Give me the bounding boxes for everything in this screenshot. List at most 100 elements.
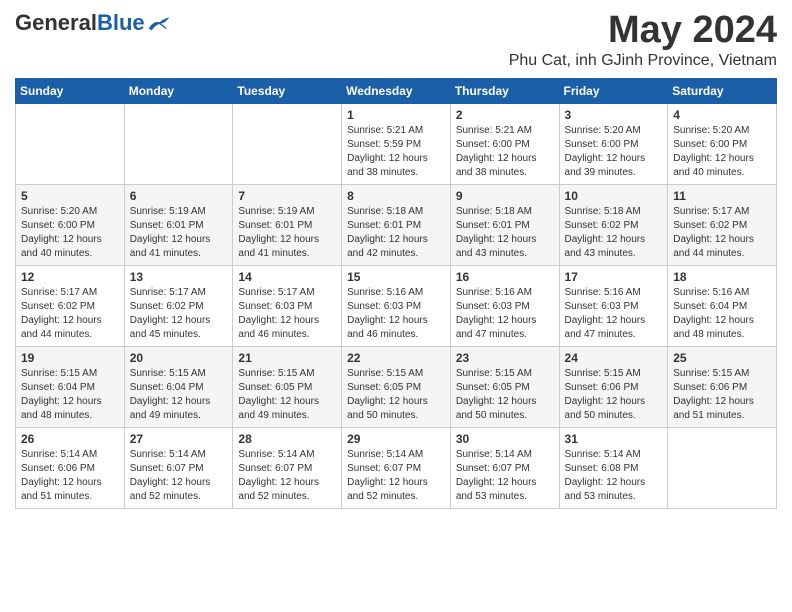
day-info: Sunrise: 5:19 AMSunset: 6:01 PMDaylight:…	[238, 205, 336, 261]
day-number: 16	[456, 270, 554, 284]
day-number: 21	[238, 351, 336, 365]
calendar-cell-23: 23Sunrise: 5:15 AMSunset: 6:05 PMDayligh…	[450, 346, 559, 427]
day-number: 11	[673, 189, 771, 203]
day-number: 2	[456, 108, 554, 122]
day-number: 13	[130, 270, 228, 284]
calendar-header-row: SundayMondayTuesdayWednesdayThursdayFrid…	[16, 78, 777, 103]
calendar-cell-28: 28 Sunrise: 5:14 AMSunset: 6:07 PMDayligh…	[233, 427, 342, 508]
day-info: Sunrise: 5:16 AMSunset: 6:04 PMDaylight:…	[673, 286, 771, 342]
location-text: Phu Cat, inh GJinh Province, Vietnam	[509, 52, 777, 70]
calendar-week-2: 5 Sunrise: 5:20 AMSunset: 6:00 PMDaylight…	[16, 184, 777, 265]
day-number: 3	[565, 108, 663, 122]
calendar-cell-19: 19 Sunrise: 5:15 AMSunset: 6:04 PMDayligh…	[16, 346, 125, 427]
col-header-saturday: Saturday	[668, 78, 777, 103]
calendar-cell-empty	[668, 427, 777, 508]
day-number: 29	[347, 432, 445, 446]
calendar-cell-15: 15Sunrise: 5:16 AMSunset: 6:03 PMDayligh…	[342, 265, 451, 346]
day-info: Sunrise: 5:16 AMSunset: 6:03 PMDaylight:…	[456, 286, 554, 342]
day-info: Sunrise: 5:15 AMSunset: 6:05 PMDaylight:…	[238, 367, 336, 423]
calendar-cell-20: 20Sunrise: 5:15 AMSunset: 6:04 PMDayligh…	[124, 346, 233, 427]
day-info: Sunrise: 5:20 AMSunset: 6:00 PMDaylight:…	[673, 124, 771, 180]
calendar-cell-21: 21 Sunrise: 5:15 AMSunset: 6:05 PMDayligh…	[233, 346, 342, 427]
day-info: Sunrise: 5:15 AMSunset: 6:06 PMDaylight:…	[565, 367, 663, 423]
day-number: 22	[347, 351, 445, 365]
calendar-cell-1: 1 Sunrise: 5:21 AMSunset: 5:59 PMDaylight…	[342, 103, 451, 184]
day-number: 28	[238, 432, 336, 446]
day-number: 6	[130, 189, 228, 203]
day-number: 5	[21, 189, 119, 203]
day-info: Sunrise: 5:18 AMSunset: 6:01 PMDaylight:…	[456, 205, 554, 261]
day-info: Sunrise: 5:15 AMSunset: 6:06 PMDaylight:…	[673, 367, 771, 423]
calendar-cell-24: 24 Sunrise: 5:15 AMSunset: 6:06 PMDayligh…	[559, 346, 668, 427]
calendar-cell-25: 25 Sunrise: 5:15 AMSunset: 6:06 PMDayligh…	[668, 346, 777, 427]
logo-general-text: General	[15, 10, 97, 36]
calendar-cell-16: 16 Sunrise: 5:16 AMSunset: 6:03 PMDayligh…	[450, 265, 559, 346]
day-number: 27	[130, 432, 228, 446]
day-info: Sunrise: 5:14 AMSunset: 6:07 PMDaylight:…	[347, 448, 445, 504]
col-header-thursday: Thursday	[450, 78, 559, 103]
day-number: 30	[456, 432, 554, 446]
col-header-monday: Monday	[124, 78, 233, 103]
calendar-cell-18: 18 Sunrise: 5:16 AMSunset: 6:04 PMDayligh…	[668, 265, 777, 346]
calendar-week-5: 26Sunrise: 5:14 AMSunset: 6:06 PMDayligh…	[16, 427, 777, 508]
calendar-week-4: 19 Sunrise: 5:15 AMSunset: 6:04 PMDayligh…	[16, 346, 777, 427]
day-number: 1	[347, 108, 445, 122]
day-info: Sunrise: 5:15 AMSunset: 6:05 PMDaylight:…	[456, 367, 554, 423]
day-number: 17	[565, 270, 663, 284]
day-number: 18	[673, 270, 771, 284]
calendar-cell-empty	[124, 103, 233, 184]
day-info: Sunrise: 5:14 AMSunset: 6:07 PMDaylight:…	[456, 448, 554, 504]
page-header: General Blue May 2024 Phu Cat, inh GJinh…	[15, 10, 777, 70]
col-header-friday: Friday	[559, 78, 668, 103]
day-info: Sunrise: 5:14 AMSunset: 6:07 PMDaylight:…	[130, 448, 228, 504]
calendar-cell-6: 6 Sunrise: 5:19 AMSunset: 6:01 PMDaylight…	[124, 184, 233, 265]
col-header-sunday: Sunday	[16, 78, 125, 103]
calendar-cell-9: 9Sunrise: 5:18 AMSunset: 6:01 PMDaylight…	[450, 184, 559, 265]
calendar-week-1: 1 Sunrise: 5:21 AMSunset: 5:59 PMDaylight…	[16, 103, 777, 184]
day-info: Sunrise: 5:17 AMSunset: 6:03 PMDaylight:…	[238, 286, 336, 342]
day-info: Sunrise: 5:14 AMSunset: 6:07 PMDaylight:…	[238, 448, 336, 504]
day-number: 12	[21, 270, 119, 284]
day-number: 25	[673, 351, 771, 365]
day-info: Sunrise: 5:20 AMSunset: 6:00 PMDaylight:…	[565, 124, 663, 180]
day-number: 8	[347, 189, 445, 203]
day-info: Sunrise: 5:19 AMSunset: 6:01 PMDaylight:…	[130, 205, 228, 261]
logo-bird-icon	[147, 13, 171, 33]
calendar-cell-10: 10 Sunrise: 5:18 AMSunset: 6:02 PMDayligh…	[559, 184, 668, 265]
logo-blue-text: Blue	[97, 10, 145, 36]
calendar-cell-30: 30 Sunrise: 5:14 AMSunset: 6:07 PMDayligh…	[450, 427, 559, 508]
calendar-cell-13: 13Sunrise: 5:17 AMSunset: 6:02 PMDayligh…	[124, 265, 233, 346]
day-number: 31	[565, 432, 663, 446]
day-number: 4	[673, 108, 771, 122]
col-header-wednesday: Wednesday	[342, 78, 451, 103]
day-number: 26	[21, 432, 119, 446]
logo: General Blue	[15, 10, 171, 36]
title-block: May 2024 Phu Cat, inh GJinh Province, Vi…	[509, 10, 777, 70]
day-number: 14	[238, 270, 336, 284]
calendar-cell-7: 7Sunrise: 5:19 AMSunset: 6:01 PMDaylight…	[233, 184, 342, 265]
day-info: Sunrise: 5:21 AMSunset: 5:59 PMDaylight:…	[347, 124, 445, 180]
month-year-title: May 2024	[509, 10, 777, 52]
calendar-cell-8: 8 Sunrise: 5:18 AMSunset: 6:01 PMDaylight…	[342, 184, 451, 265]
day-info: Sunrise: 5:15 AMSunset: 6:04 PMDaylight:…	[21, 367, 119, 423]
day-info: Sunrise: 5:18 AMSunset: 6:02 PMDaylight:…	[565, 205, 663, 261]
day-number: 19	[21, 351, 119, 365]
calendar-cell-4: 4 Sunrise: 5:20 AMSunset: 6:00 PMDaylight…	[668, 103, 777, 184]
calendar-cell-12: 12Sunrise: 5:17 AMSunset: 6:02 PMDayligh…	[16, 265, 125, 346]
day-number: 15	[347, 270, 445, 284]
calendar-table: SundayMondayTuesdayWednesdayThursdayFrid…	[15, 78, 777, 509]
day-info: Sunrise: 5:21 AMSunset: 6:00 PMDaylight:…	[456, 124, 554, 180]
day-info: Sunrise: 5:20 AMSunset: 6:00 PMDaylight:…	[21, 205, 119, 261]
day-info: Sunrise: 5:17 AMSunset: 6:02 PMDaylight:…	[673, 205, 771, 261]
day-number: 20	[130, 351, 228, 365]
calendar-cell-22: 22 Sunrise: 5:15 AMSunset: 6:05 PMDayligh…	[342, 346, 451, 427]
day-number: 24	[565, 351, 663, 365]
day-info: Sunrise: 5:15 AMSunset: 6:05 PMDaylight:…	[347, 367, 445, 423]
day-number: 10	[565, 189, 663, 203]
day-info: Sunrise: 5:18 AMSunset: 6:01 PMDaylight:…	[347, 205, 445, 261]
calendar-cell-29: 29 Sunrise: 5:14 AMSunset: 6:07 PMDayligh…	[342, 427, 451, 508]
calendar-cell-31: 31Sunrise: 5:14 AMSunset: 6:08 PMDayligh…	[559, 427, 668, 508]
calendar-cell-14: 14 Sunrise: 5:17 AMSunset: 6:03 PMDayligh…	[233, 265, 342, 346]
calendar-cell-26: 26Sunrise: 5:14 AMSunset: 6:06 PMDayligh…	[16, 427, 125, 508]
calendar-cell-2: 2 Sunrise: 5:21 AMSunset: 6:00 PMDaylight…	[450, 103, 559, 184]
